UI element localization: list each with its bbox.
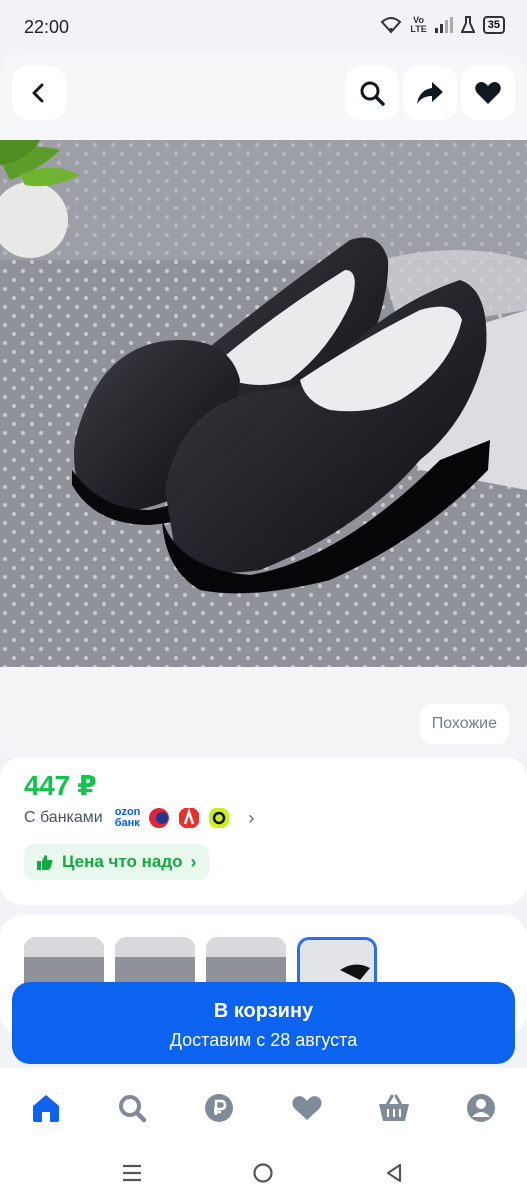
favorite-button[interactable] [461,66,515,120]
nav-favorites[interactable] [289,1090,325,1126]
signal-icon [434,17,453,33]
flask-icon [460,16,475,33]
system-navigation-bar [0,1146,527,1200]
share-icon [417,82,443,104]
triangle-back-icon [386,1163,402,1183]
nav-finance[interactable] [201,1090,237,1126]
nav-cart[interactable] [376,1090,412,1126]
search-icon [119,1095,147,1123]
basket-icon [379,1094,409,1121]
heart-icon [475,82,501,104]
nav-home[interactable] [28,1090,64,1126]
battery-indicator: 35 [482,16,505,34]
add-to-cart-button[interactable]: В корзину Доставим с 28 августа [12,982,515,1064]
cart-title: В корзину [213,1000,314,1022]
status-bar: 22:00 Vo LTE 35 [0,0,527,54]
status-icons: Vo LTE 35 [380,16,505,34]
status-time: 22:00 [24,17,70,37]
product-price: 447 ₽ [24,770,97,801]
chevron-right-icon: › [190,851,197,872]
thumbs-up-icon [37,855,53,870]
bottom-nav [0,1068,527,1146]
ozon-bank-logo: ozon банк [114,806,141,829]
chevron-right-icon: › [248,807,255,828]
home-system-button[interactable] [250,1160,276,1186]
home-icon [33,1095,59,1122]
bank-logo-red [179,808,200,828]
bank-logo-green [209,808,230,828]
nav-search[interactable] [114,1090,150,1126]
similar-button[interactable]: Похожие [419,704,509,744]
bank-offers[interactable]: С банками ozon банк › [24,807,254,829]
wifi-icon [380,17,402,34]
search-icon [360,81,385,106]
search-button[interactable] [345,66,399,120]
cart-delivery: Доставим с 28 августа [169,1030,358,1050]
back-button[interactable] [12,66,66,120]
profile-icon [467,1094,495,1122]
share-button[interactable] [403,66,457,120]
product-image [0,140,527,667]
good-price-label: Цена что надо [62,852,183,871]
good-price-badge[interactable]: Цена что надо › [24,844,209,880]
nav-profile[interactable] [463,1090,499,1126]
ruble-icon [205,1094,233,1122]
chevron-left-icon [32,83,44,103]
menu-icon [123,1164,141,1182]
heart-icon [292,1096,322,1120]
circle-icon [253,1163,273,1183]
price-card: 447 ₽ С банками ozon банк › Цена что над… [0,757,527,905]
product-photo[interactable] [0,140,527,667]
product-header [0,54,527,140]
volte-indicator: Vo LTE [410,15,427,34]
photo-footer: Похожие [0,667,527,757]
back-system-button[interactable] [381,1160,407,1186]
bank-logo-red-blue [149,808,170,828]
banks-label: С банками [24,809,103,826]
recent-apps-button[interactable] [119,1160,145,1186]
